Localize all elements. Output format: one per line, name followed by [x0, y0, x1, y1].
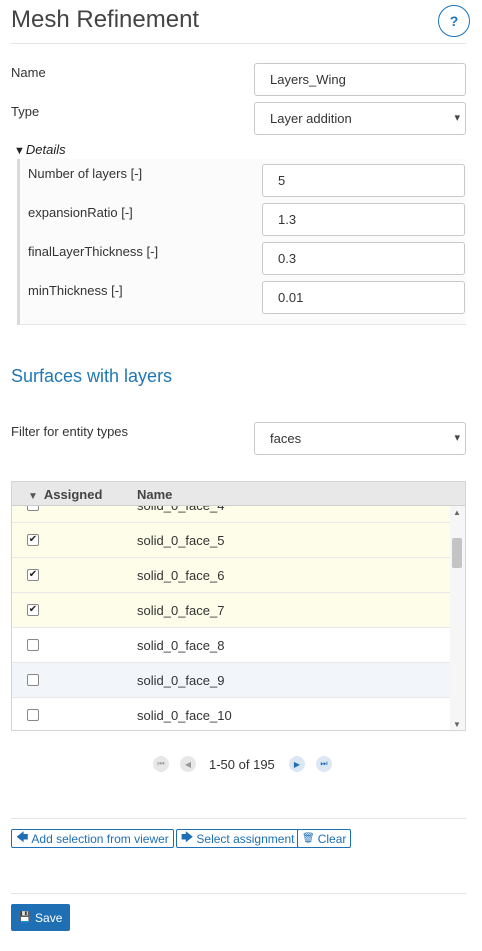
table-row[interactable]: solid_0_face_10 — [12, 698, 450, 730]
expansion-ratio-input[interactable]: 1.3 — [262, 203, 465, 236]
table-row[interactable]: ✔ solid_0_face_6 — [12, 558, 450, 593]
min-thickness-input[interactable]: 0.01 — [262, 281, 465, 314]
surfaces-section-title: Surfaces with layers — [11, 366, 173, 386]
name-input[interactable]: Layers_Wing — [254, 63, 466, 96]
row-name: solid_0_face_10 — [137, 708, 232, 723]
name-label: Name — [11, 65, 46, 80]
prev-page-icon[interactable]: ◀ — [180, 756, 196, 772]
final-layer-thickness-label: finalLayerThickness [-] — [28, 244, 159, 259]
type-select[interactable]: Layer addition — [254, 102, 466, 135]
name-input-value: Layers_Wing — [270, 72, 346, 87]
row-name: solid_0_face_5 — [137, 533, 225, 548]
row-name: solid_0_face_4 — [137, 506, 224, 513]
arrow-right-icon: 🡆 — [181, 830, 194, 844]
table-scrollbar[interactable]: ▲ ▼ — [450, 506, 465, 730]
pagination-info: 1-50 of 195 — [209, 757, 275, 772]
save-label: Save — [35, 910, 63, 925]
final-layer-thickness-value: 0.3 — [278, 251, 297, 266]
collapse-triangle-icon: ▼ — [14, 145, 25, 157]
scroll-down-icon[interactable]: ▼ — [453, 720, 461, 729]
sort-desc-icon: ▼ — [28, 491, 38, 502]
filter-label: Filter for entity types — [11, 424, 129, 439]
entity-filter-value: faces — [270, 431, 302, 446]
assigned-checkbox[interactable]: ✔ — [27, 604, 39, 616]
num-layers-input[interactable]: 5 — [262, 164, 465, 197]
assigned-checkbox[interactable] — [27, 639, 39, 651]
expansion-ratio-label: expansionRatio [-] — [28, 205, 133, 220]
footer-divider — [11, 893, 466, 894]
assigned-checkbox[interactable]: ✔ — [27, 506, 39, 511]
name-column-header[interactable]: Name — [137, 487, 172, 502]
assigned-column-header[interactable]: ▼ Assigned — [28, 487, 102, 502]
row-name: solid_0_face_6 — [137, 568, 225, 583]
select-assignment-button[interactable]: 🡆 Select assignment — [176, 829, 300, 848]
save-button[interactable]: 💾 Save — [11, 904, 70, 931]
surfaces-table: ▼ Assigned Name ✔ solid_0_face_4 ✔ solid_0_f… — [11, 481, 466, 731]
scroll-thumb[interactable] — [452, 538, 462, 568]
details-title: Details — [25, 142, 66, 157]
header-divider — [11, 43, 466, 44]
help-button[interactable]: ? — [438, 5, 470, 37]
page-title: Mesh Refinement — [11, 6, 200, 33]
save-icon: 💾 — [18, 912, 32, 923]
trash-icon: 🗑 — [302, 833, 315, 844]
table-body: ✔ solid_0_face_4 ✔ solid_0_face_5 ✔ solid_0_f… — [12, 506, 450, 730]
assigned-column-label: Assigned — [43, 487, 103, 502]
add-selection-label: Add selection from viewer — [31, 831, 169, 846]
num-layers-label: Number of layers [-] — [28, 166, 143, 181]
arrow-left-icon: 🡄 — [16, 830, 29, 844]
row-name: solid_0_face_7 — [137, 603, 225, 618]
row-name: solid_0_face_9 — [137, 673, 225, 688]
table-row[interactable]: solid_0_face_9 — [12, 663, 450, 698]
min-thickness-label: minThickness [-] — [28, 283, 123, 298]
entity-filter-select[interactable]: faces — [254, 422, 466, 455]
assigned-checkbox[interactable] — [27, 674, 39, 686]
scroll-up-icon[interactable]: ▲ — [453, 508, 461, 517]
first-page-icon[interactable]: ⏮ — [153, 756, 169, 772]
next-page-icon[interactable]: ▶ — [289, 756, 305, 772]
type-select-value: Layer addition — [270, 111, 352, 126]
select-assignment-label: Select assignment — [196, 831, 295, 846]
final-layer-thickness-input[interactable]: 0.3 — [262, 242, 465, 275]
table-header: ▼ Assigned Name — [12, 482, 465, 506]
num-layers-value: 5 — [278, 173, 286, 188]
last-page-icon[interactable]: ⏭ — [316, 756, 332, 772]
assigned-checkbox[interactable] — [27, 709, 39, 721]
table-row[interactable]: ✔ solid_0_face_7 — [12, 593, 450, 628]
actions-divider — [11, 818, 466, 819]
expansion-ratio-value: 1.3 — [278, 212, 297, 227]
type-label: Type — [11, 104, 40, 119]
table-row[interactable]: solid_0_face_8 — [12, 628, 450, 663]
assigned-checkbox[interactable]: ✔ — [27, 534, 39, 546]
min-thickness-value: 0.01 — [278, 290, 304, 305]
row-name: solid_0_face_8 — [137, 638, 225, 653]
table-row[interactable]: ✔ solid_0_face_5 — [12, 523, 450, 558]
clear-button[interactable]: 🗑 Clear — [297, 829, 352, 848]
add-selection-button[interactable]: 🡄 Add selection from viewer — [11, 829, 174, 848]
details-toggle[interactable]: ▼Details — [14, 142, 66, 157]
table-row[interactable]: ✔ solid_0_face_4 — [12, 506, 450, 523]
assigned-checkbox[interactable]: ✔ — [27, 569, 39, 581]
clear-label: Clear — [317, 831, 347, 846]
